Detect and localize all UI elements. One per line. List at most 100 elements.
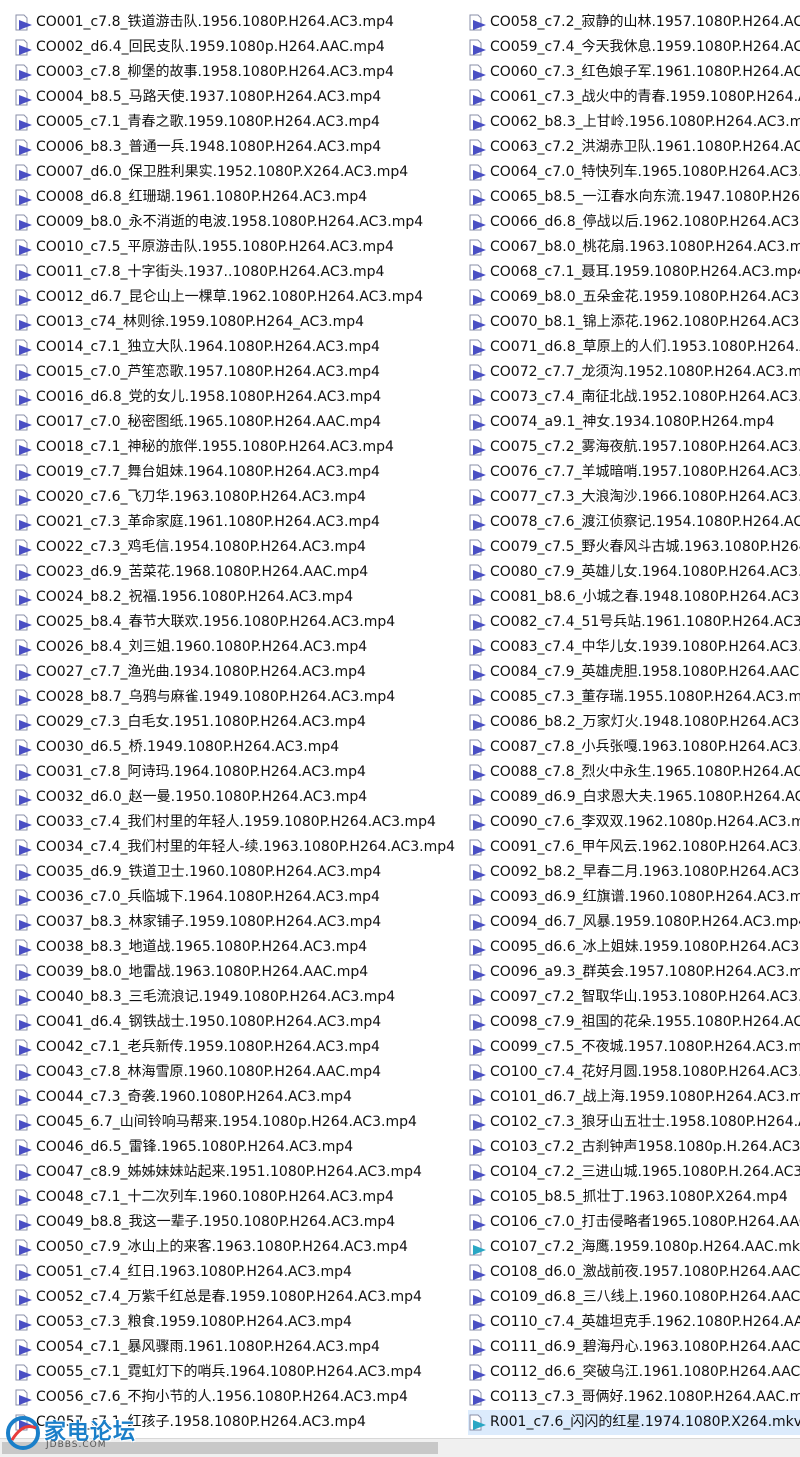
horizontal-scrollbar[interactable]: [0, 1438, 800, 1457]
file-item[interactable]: CO063_c7.2_洪湖赤卫队.1961.1080P.H264.AC3.mp4: [468, 135, 800, 160]
file-item[interactable]: CO078_c7.6_渡江侦察记.1954.1080P.H264.AC3.mp4: [468, 510, 800, 535]
file-item[interactable]: CO020_c7.6_飞刀华.1963.1080P.H264.AC3.mp4: [14, 485, 464, 510]
file-item[interactable]: CO067_b8.0_桃花扇.1963.1080P.H264.AC3.mp4: [468, 235, 800, 260]
file-item[interactable]: CO045_6.7_山间铃响马帮来.1954.1080p.H264.AC3.mp…: [14, 1110, 464, 1135]
file-item[interactable]: CO052_c7.4_万紫千红总是春.1959.1080P.H264.AC3.m…: [14, 1285, 464, 1310]
file-item[interactable]: CO014_c7.1_独立大队.1964.1080P.H264.AC3.mp4: [14, 335, 464, 360]
file-item[interactable]: CO070_b8.1_锦上添花.1962.1080P.H264.AC3.mp4: [468, 310, 800, 335]
file-item[interactable]: CO076_c7.7_羊城暗哨.1957.1080P.H264.AC3.mp4: [468, 460, 800, 485]
file-item[interactable]: CO042_c7.1_老兵新传.1959.1080P.H264.AC3.mp4: [14, 1035, 464, 1060]
file-item[interactable]: CO071_d6.8_草原上的人们.1953.1080P.H264.AC3.mp…: [468, 335, 800, 360]
file-item[interactable]: CO009_b8.0_永不消逝的电波.1958.1080P.H264.AC3.m…: [14, 210, 464, 235]
file-item[interactable]: CO087_c7.8_小兵张嘎.1963.1080P.H264.AC3.mp4: [468, 735, 800, 760]
file-item[interactable]: CO069_b8.0_五朵金花.1959.1080P.H264.AC3.mp4: [468, 285, 800, 310]
file-item[interactable]: CO034_c7.4_我们村里的年轻人-续.1963.1080P.H264.AC…: [14, 835, 464, 860]
file-item[interactable]: CO036_c7.0_兵临城下.1964.1080P.H264.AC3.mp4: [14, 885, 464, 910]
file-item[interactable]: CO084_c7.9_英雄虎胆.1958.1080P.H264.AAC.mp4: [468, 660, 800, 685]
scrollbar-thumb[interactable]: [2, 1442, 438, 1454]
file-item[interactable]: CO072_c7.7_龙须沟.1952.1080P.H264.AC3.mp4: [468, 360, 800, 385]
file-item[interactable]: CO066_d6.8_停战以后.1962.1080P.H264.AC3.mp4: [468, 210, 800, 235]
file-item[interactable]: CO038_b8.3_地道战.1965.1080P.H264.AC3.mp4: [14, 935, 464, 960]
file-item[interactable]: CO073_c7.4_南征北战.1952.1080P.H264.AC3.mp4: [468, 385, 800, 410]
file-item[interactable]: CO089_d6.9_白求恩大夫.1965.1080P.H264.AC3.mp4: [468, 785, 800, 810]
file-item[interactable]: CO079_c7.5_野火春风斗古城.1963.1080P.H264.AC3.m…: [468, 535, 800, 560]
file-item[interactable]: CO006_b8.3_普通一兵.1948.1080P.H264.AC3.mp4: [14, 135, 464, 160]
file-item[interactable]: CO041_d6.4_钢铁战士.1950.1080P.H264.AC3.mp4: [14, 1010, 464, 1035]
file-item[interactable]: CO099_c7.5_不夜城.1957.1080P.H264.AC3.mp4: [468, 1035, 800, 1060]
file-item[interactable]: CO068_c7.1_聂耳.1959.1080P.H264.AC3.mp4: [468, 260, 800, 285]
file-item[interactable]: CO024_b8.2_祝福.1956.1080P.H264.AC3.mp4: [14, 585, 464, 610]
file-item[interactable]: CO010_c7.5_平原游击队.1955.1080P.H264.AC3.mp4: [14, 235, 464, 260]
file-item[interactable]: CO051_c7.4_红日.1963.1080P.H264.AC3.mp4: [14, 1260, 464, 1285]
file-item[interactable]: CO065_b8.5_一江春水向东流.1947.1080P.H264.AC3.m…: [468, 185, 800, 210]
file-item[interactable]: CO080_c7.9_英雄儿女.1964.1080P.H264.AC3.mp4: [468, 560, 800, 585]
file-item[interactable]: CO103_c7.2_古刹钟声1958.1080p.H.264.AC3.avi: [468, 1135, 800, 1160]
file-item[interactable]: CO044_c7.3_奇袭.1960.1080P.H264.AC3.mp4: [14, 1085, 464, 1110]
file-item[interactable]: CO057_c7.1_红孩子.1958.1080P.H264.AC3.mp4: [14, 1410, 464, 1435]
file-item[interactable]: CO033_c7.4_我们村里的年轻人.1959.1080P.H264.AC3.…: [14, 810, 464, 835]
file-item[interactable]: CO098_c7.9_祖国的花朵.1955.1080P.H264.AC3.mp4: [468, 1010, 800, 1035]
file-item[interactable]: CO105_b8.5_抓壮丁.1963.1080P.X264.mp4: [468, 1185, 800, 1210]
file-item[interactable]: CO109_d6.8_三八线上.1960.1080P.H264.AAC.mp4: [468, 1285, 800, 1310]
file-item[interactable]: CO028_b8.7_乌鸦与麻雀.1949.1080P.H264.AC3.mp4: [14, 685, 464, 710]
file-item[interactable]: CO043_c7.8_林海雪原.1960.1080P.H264.AAC.mp4: [14, 1060, 464, 1085]
file-item[interactable]: CO100_c7.4_花好月圆.1958.1080P.H264.AC3.mp4: [468, 1060, 800, 1085]
file-item[interactable]: CO110_c7.4_英雄坦克手.1962.1080P.H264.AAC.mp4: [468, 1310, 800, 1335]
file-item[interactable]: CO049_b8.8_我这一辈子.1950.1080P.H264.AC3.mp4: [14, 1210, 464, 1235]
file-item[interactable]: CO092_b8.2_早春二月.1963.1080P.H264.AC3.mp4: [468, 860, 800, 885]
file-item[interactable]: CO002_d6.4_回民支队.1959.1080p.H264.AAC.mp4: [14, 35, 464, 60]
file-item[interactable]: CO019_c7.7_舞台姐妹.1964.1080P.H264.AC3.mp4: [14, 460, 464, 485]
file-item[interactable]: CO027_c7.7_渔光曲.1934.1080P.H264.AC3.mp4: [14, 660, 464, 685]
file-item[interactable]: CO030_d6.5_桥.1949.1080P.H264.AC3.mp4: [14, 735, 464, 760]
file-item[interactable]: CO054_c7.1_暴风骤雨.1961.1080P.H264.AC3.mp4: [14, 1335, 464, 1360]
file-item[interactable]: CO094_d6.7_风暴.1959.1080P.H264.AC3.mp4: [468, 910, 800, 935]
file-item[interactable]: CO039_b8.0_地雷战.1963.1080P.H264.AAC.mp4: [14, 960, 464, 985]
file-item[interactable]: CO097_c7.2_智取华山.1953.1080P.H264.AC3.mp4: [468, 985, 800, 1010]
file-item[interactable]: CO050_c7.9_冰山上的来客.1963.1080P.H264.AC3.mp…: [14, 1235, 464, 1260]
file-item[interactable]: CO081_b8.6_小城之春.1948.1080P.H264.AC3.mp4: [468, 585, 800, 610]
file-item[interactable]: CO075_c7.2_雾海夜航.1957.1080P.H264.AC3.mp4: [468, 435, 800, 460]
file-item[interactable]: CO113_c7.3_哥俩好.1962.1080P.H264.AAC.mp4: [468, 1385, 800, 1410]
file-item[interactable]: CO112_d6.6_突破乌江.1961.1080P.H264.AAC.mp4: [468, 1360, 800, 1385]
file-item[interactable]: CO037_b8.3_林家铺子.1959.1080P.H264.AC3.mp4: [14, 910, 464, 935]
file-item[interactable]: CO083_c7.4_中华儿女.1939.1080P.H264.AC3.mp4: [468, 635, 800, 660]
file-item[interactable]: CO018_c7.1_神秘的旅伴.1955.1080P.H264.AC3.mp4: [14, 435, 464, 460]
file-item[interactable]: CO093_d6.9_红旗谱.1960.1080P.H264.AC3.mp4: [468, 885, 800, 910]
file-item[interactable]: CO088_c7.8_烈火中永生.1965.1080P.H264.AC3.mp4: [468, 760, 800, 785]
file-item[interactable]: CO104_c7.2_三进山城.1965.1080P.H.264.AC3.avi: [468, 1160, 800, 1185]
file-item[interactable]: CO077_c7.3_大浪淘沙.1966.1080P.H264.AC3.mp4: [468, 485, 800, 510]
file-item[interactable]: CO064_c7.0_特快列车.1965.1080P.H264.AC3.mp4: [468, 160, 800, 185]
file-item[interactable]: CO058_c7.2_寂静的山林.1957.1080P.H264.AC3.mp4: [468, 10, 800, 35]
file-item[interactable]: CO007_d6.0_保卫胜利果实.1952.1080P.X264.AC3.mp…: [14, 160, 464, 185]
file-item[interactable]: CO008_d6.8_红珊瑚.1961.1080P.H264.AC3.mp4: [14, 185, 464, 210]
file-item[interactable]: CO074_a9.1_神女.1934.1080P.H264.mp4: [468, 410, 800, 435]
file-item[interactable]: CO004_b8.5_马路天使.1937.1080P.H264.AC3.mp4: [14, 85, 464, 110]
file-item[interactable]: CO060_c7.3_红色娘子军.1961.1080P.H264.AC3.mp4: [468, 60, 800, 85]
file-item[interactable]: CO017_c7.0_秘密图纸.1965.1080P.H264.AAC.mp4: [14, 410, 464, 435]
file-item[interactable]: CO016_d6.8_党的女儿.1958.1080P.H264.AC3.mp4: [14, 385, 464, 410]
file-item[interactable]: CO022_c7.3_鸡毛信.1954.1080P.H264.AC3.mp4: [14, 535, 464, 560]
file-item[interactable]: CO031_c7.8_阿诗玛.1964.1080P.H264.AC3.mp4: [14, 760, 464, 785]
file-item[interactable]: CO029_c7.3_白毛女.1951.1080P.H264.AC3.mp4: [14, 710, 464, 735]
file-item[interactable]: CO003_c7.8_柳堡的故事.1958.1080P.H264.AC3.mp4: [14, 60, 464, 85]
file-item[interactable]: CO032_d6.0_赵一曼.1950.1080P.H264.AC3.mp4: [14, 785, 464, 810]
file-item[interactable]: CO082_c7.4_51号兵站.1961.1080P.H264.AC3.mp4: [468, 610, 800, 635]
file-item[interactable]: CO095_d6.6_冰上姐妹.1959.1080P.H264.AC3.mp4: [468, 935, 800, 960]
file-item[interactable]: CO111_d6.9_碧海丹心.1963.1080P.H264.AAC.mp4: [468, 1335, 800, 1360]
file-item[interactable]: CO046_d6.5_雷锋.1965.1080P.H264.AC3.mp4: [14, 1135, 464, 1160]
file-item[interactable]: CO086_b8.2_万家灯火.1948.1080P.H264.AC3.mp4: [468, 710, 800, 735]
file-item[interactable]: CO108_d6.0_激战前夜.1957.1080P.H264.AAC.mp4: [468, 1260, 800, 1285]
file-item[interactable]: CO096_a9.3_群英会.1957.1080P.H264.AC3.mp4: [468, 960, 800, 985]
file-item[interactable]: CO013_c74_林则徐.1959.1080P.H264_AC3.mp4: [14, 310, 464, 335]
file-item[interactable]: CO005_c7.1_青春之歌.1959.1080P.H264.AC3.mp4: [14, 110, 464, 135]
file-item[interactable]: CO035_d6.9_铁道卫士.1960.1080P.H264.AC3.mp4: [14, 860, 464, 885]
file-item[interactable]: R001_c7.6_闪闪的红星.1974.1080P.X264.mkv: [468, 1410, 800, 1435]
file-item[interactable]: CO056_c7.6_不拘小节的人.1956.1080P.H264.AC3.mp…: [14, 1385, 464, 1410]
file-item[interactable]: CO047_c8.9_姊姊妹妹站起来.1951.1080P.H264.AC3.m…: [14, 1160, 464, 1185]
file-item[interactable]: CO061_c7.3_战火中的青春.1959.1080P.H264.AC3.mp…: [468, 85, 800, 110]
file-item[interactable]: CO055_c7.1_霓虹灯下的哨兵.1964.1080P.H264.AC3.m…: [14, 1360, 464, 1385]
file-item[interactable]: CO011_c7.8_十字街头.1937..1080P.H264.AC3.mp4: [14, 260, 464, 285]
file-item[interactable]: CO025_b8.4_春节大联欢.1956.1080P.H264.AC3.mp4: [14, 610, 464, 635]
file-item[interactable]: CO001_c7.8_铁道游击队.1956.1080P.H264.AC3.mp4: [14, 10, 464, 35]
file-item[interactable]: CO012_d6.7_昆仑山上一棵草.1962.1080P.H264.AC3.m…: [14, 285, 464, 310]
